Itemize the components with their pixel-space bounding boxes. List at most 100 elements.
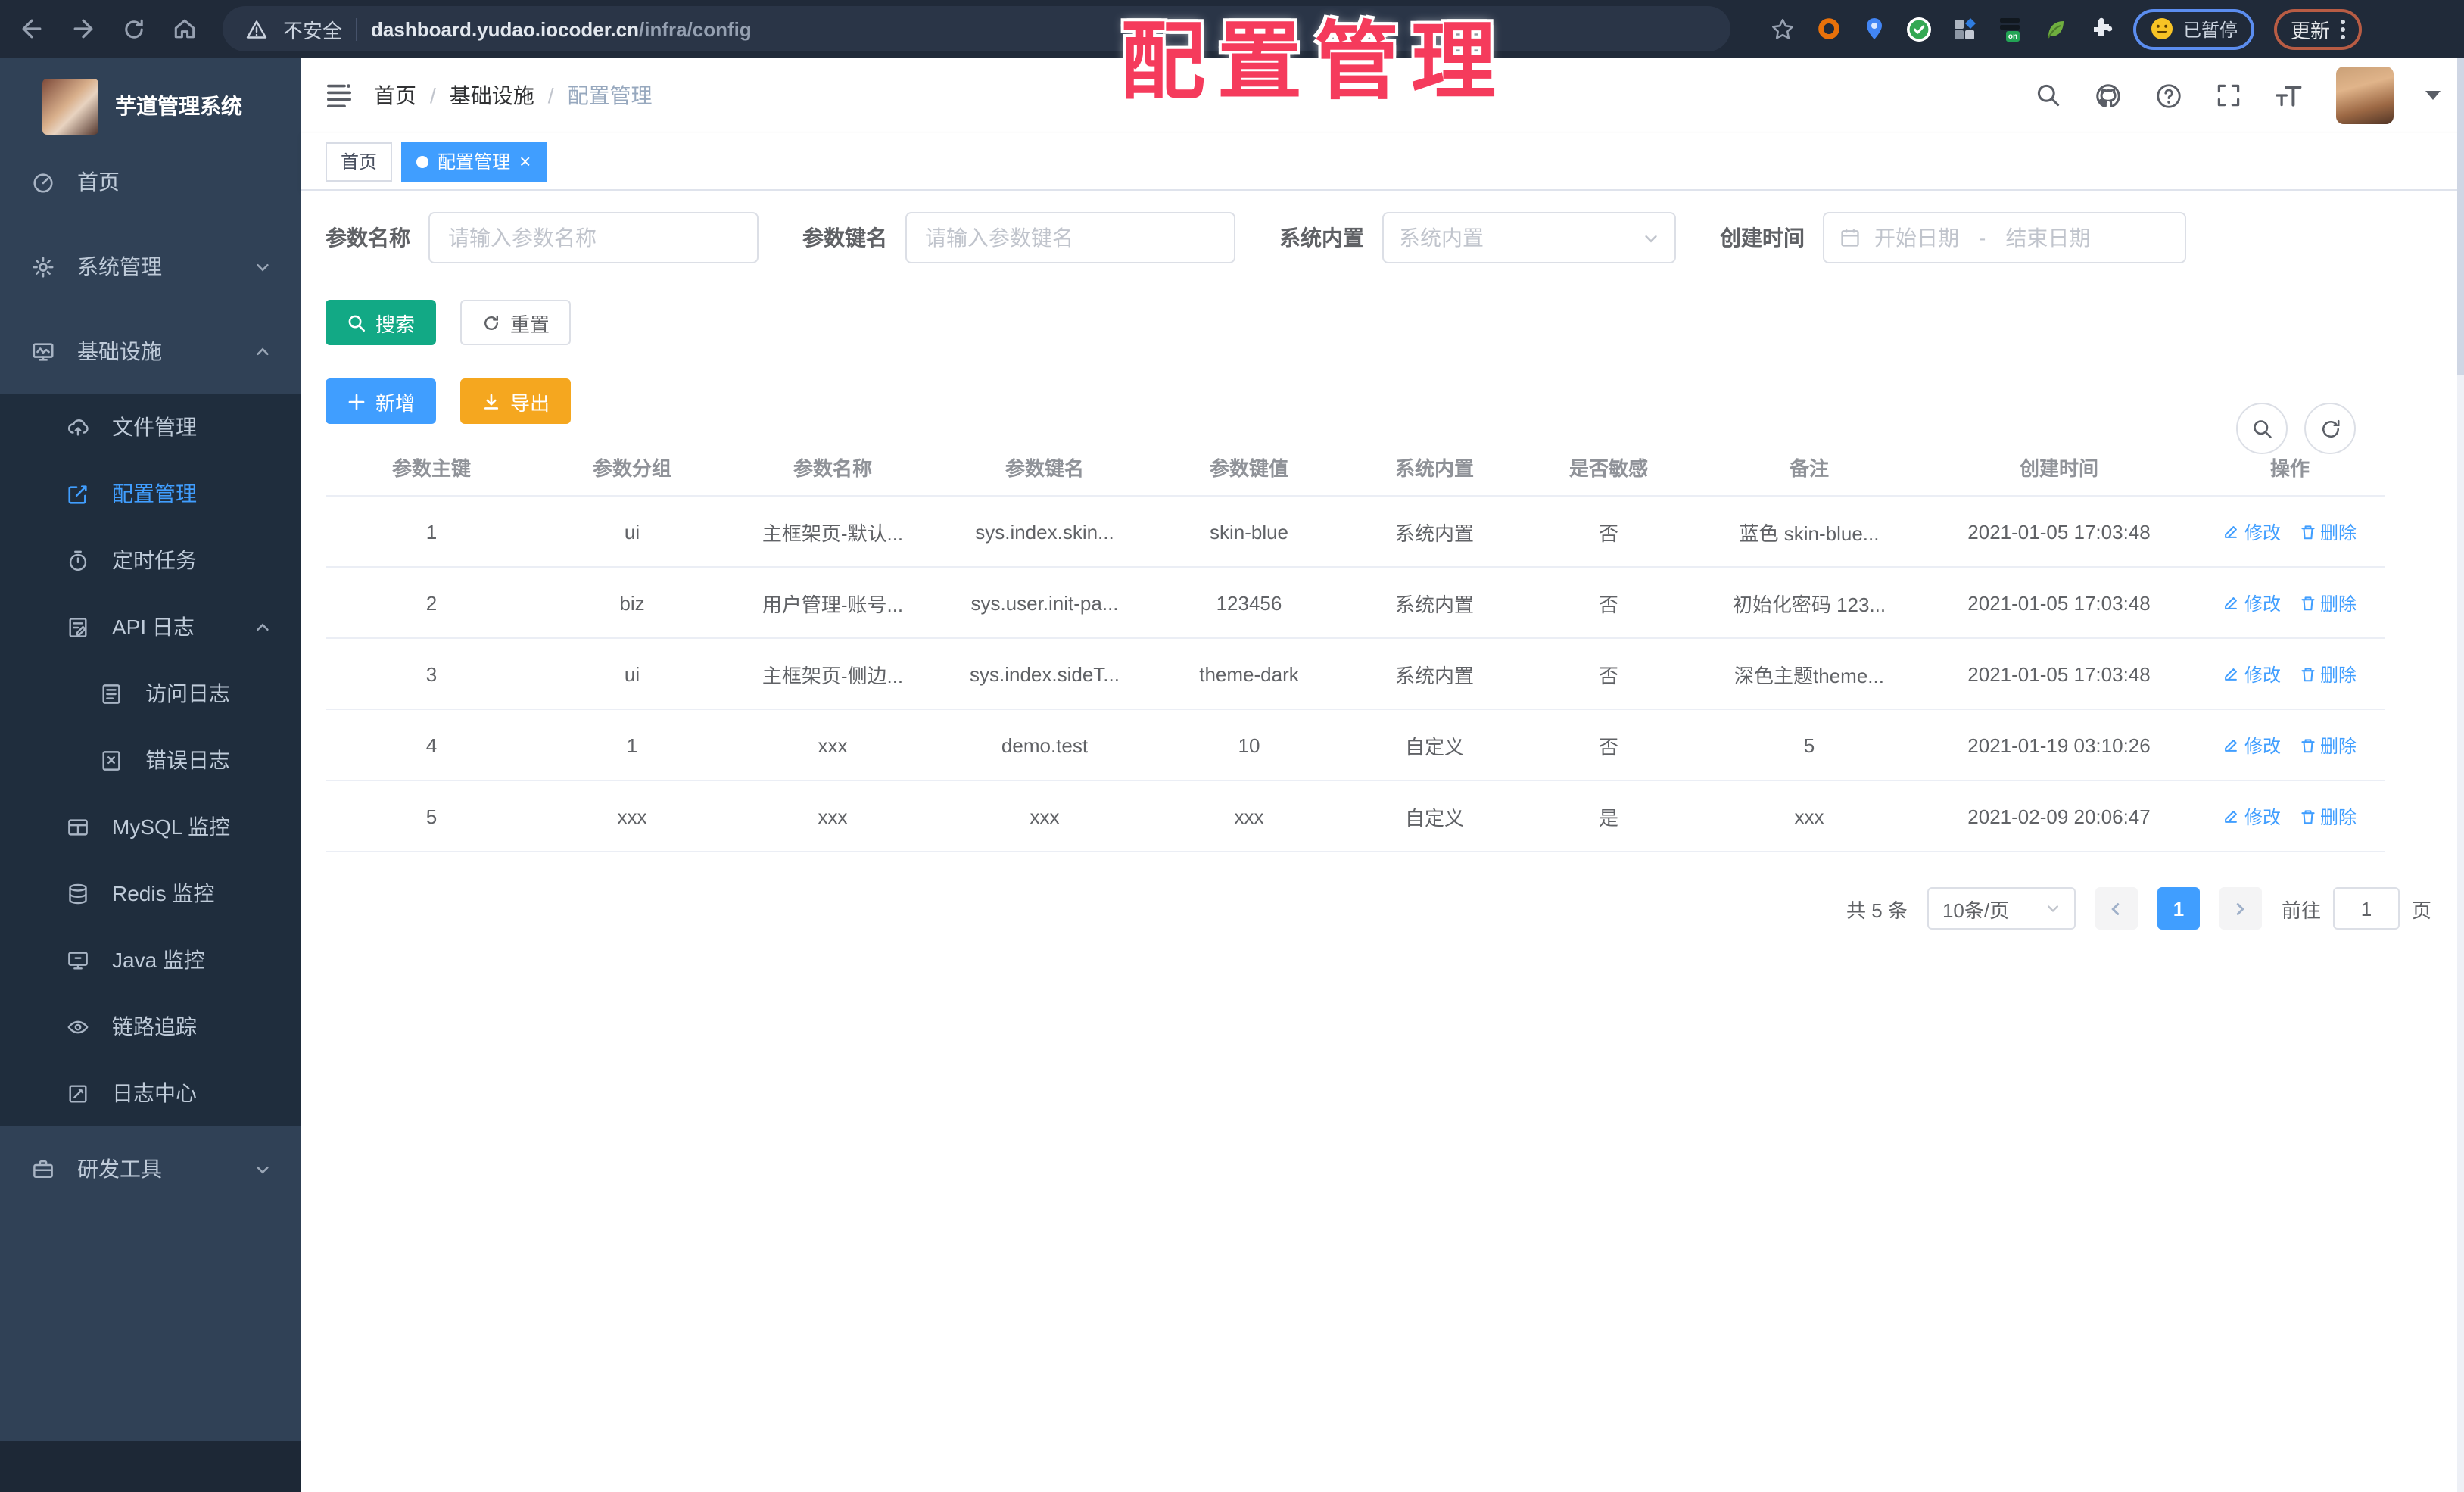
close-icon[interactable]: ×	[519, 151, 531, 171]
sidebar-item-tracing[interactable]: 链路追踪	[0, 993, 301, 1060]
filter-type-select[interactable]: 系统内置	[1382, 212, 1676, 263]
edit-link[interactable]: 修改	[2223, 590, 2281, 615]
refresh-table-button[interactable]	[2304, 403, 2356, 454]
export-button[interactable]: 导出	[460, 378, 572, 424]
sidebar-item-infra[interactable]: 基础设施	[0, 309, 301, 394]
cell-actions: 修改 删除	[2195, 732, 2385, 758]
delete-link[interactable]: 删除	[2299, 732, 2357, 758]
gear-icon	[32, 255, 55, 278]
filter-date-range[interactable]: 开始日期 - 结束日期	[1823, 212, 2186, 263]
breadcrumb-section[interactable]: 基础设施	[450, 80, 534, 111]
browser-forward-button[interactable]	[70, 15, 97, 42]
layers-database-icon	[67, 882, 89, 905]
sidebar-item-config-management[interactable]: 配置管理	[0, 460, 301, 527]
browser-back-button[interactable]	[18, 15, 45, 42]
app-logo[interactable]: 芋道管理系统	[0, 58, 301, 139]
reset-button[interactable]: 重置	[460, 300, 572, 345]
profile-paused-chip[interactable]: 已暂停	[2133, 8, 2255, 49]
pagination: 共 5 条 10条/页 1 前往 页	[326, 887, 2441, 930]
sidebar-item-label: 首页	[77, 170, 120, 194]
cell-created: 2021-01-05 17:03:48	[1967, 520, 2151, 543]
scrollbar[interactable]	[2457, 58, 2464, 1492]
chevron-down-icon	[1645, 234, 1657, 242]
edit-link[interactable]: 修改	[2223, 732, 2281, 758]
sidebar-item-mysql-monitor[interactable]: MySQL 监控	[0, 793, 301, 860]
sidebar-item-label: 日志中心	[112, 1081, 197, 1105]
sidebar-item-file-management[interactable]: 文件管理	[0, 394, 301, 460]
sidebar-item-dev-tools[interactable]: 研发工具	[0, 1126, 301, 1211]
cell-group: 1	[626, 734, 638, 756]
goto-page-input[interactable]	[2332, 887, 2400, 930]
breadcrumb-home[interactable]: 首页	[374, 80, 416, 111]
search-button[interactable]: 搜索	[326, 300, 437, 345]
extension-green-check-icon[interactable]	[1906, 16, 1932, 42]
cell-sensitive: 否	[1598, 735, 1618, 758]
next-page-button[interactable]	[2219, 887, 2262, 930]
scrollbar-thumb[interactable]	[2457, 58, 2464, 375]
add-button[interactable]: 新增	[326, 378, 437, 424]
bookmark-star-icon[interactable]	[1770, 16, 1796, 42]
security-label[interactable]: 不安全	[283, 14, 342, 43]
search-icon[interactable]	[2035, 82, 2062, 109]
page-size-select[interactable]: 10条/页	[1927, 887, 2076, 930]
browser-update-button[interactable]: 更新	[2274, 8, 2363, 49]
filter-key-input[interactable]	[905, 212, 1235, 263]
url-text[interactable]: dashboard.yudao.iocoder.cn/infra/config	[371, 17, 752, 40]
column-header: 参数名称	[793, 457, 872, 480]
pencil-icon	[2226, 668, 2238, 680]
cell-group: ui	[624, 662, 640, 685]
browser-extensions-area: on 已暂停 更新	[1770, 8, 2363, 49]
sidebar-item-log-center[interactable]: 日志中心	[0, 1060, 301, 1126]
sidebar-item-error-log[interactable]: 错误日志	[0, 727, 301, 793]
extensions-puzzle-icon[interactable]	[2088, 16, 2114, 42]
edit-link[interactable]: 修改	[2223, 519, 2281, 544]
cell-name: xxx	[818, 805, 848, 827]
sidebar-item-java-monitor[interactable]: Java 监控	[0, 927, 301, 993]
sidebar-item-api-log[interactable]: API 日志	[0, 593, 301, 660]
table-database-icon	[67, 815, 89, 838]
delete-link[interactable]: 删除	[2299, 590, 2357, 615]
table-row: 5 xxx xxx xxx xxx 自定义 是 xxx 2021-02-09 2…	[326, 781, 2385, 852]
sidebar-item-scheduled-tasks[interactable]: 定时任务	[0, 527, 301, 593]
cell-type: 自定义	[1404, 806, 1464, 829]
browser-menu-icon[interactable]	[2341, 19, 2346, 39]
chevron-left-icon	[2112, 902, 2120, 914]
filter-name-input[interactable]	[428, 212, 759, 263]
filter-name-label: 参数名称	[326, 226, 410, 250]
sidebar-item-label: 文件管理	[112, 415, 197, 439]
font-size-icon[interactable]	[2274, 82, 2304, 109]
sidebar-item-system[interactable]: 系统管理	[0, 224, 301, 309]
add-button-label: 新增	[375, 391, 416, 414]
edit-link[interactable]: 修改	[2223, 803, 2281, 829]
docs-help-icon[interactable]	[2154, 81, 2183, 110]
tab-home[interactable]: 首页	[326, 142, 393, 181]
cell-id: 4	[425, 734, 438, 756]
extension-orange-ring-icon[interactable]	[1815, 16, 1841, 42]
extension-on-badge-icon[interactable]: on	[1997, 16, 2023, 42]
extension-green-leaf-icon[interactable]	[2042, 16, 2068, 42]
delete-link[interactable]: 删除	[2299, 661, 2357, 687]
fullscreen-icon[interactable]	[2215, 82, 2242, 109]
cell-key: sys.index.skin...	[975, 520, 1114, 543]
user-avatar[interactable]	[2336, 67, 2394, 124]
extension-grid-icon[interactable]	[1952, 16, 1977, 42]
github-icon[interactable]	[2094, 81, 2123, 110]
sidebar-item-home[interactable]: 首页	[0, 139, 301, 224]
page-number-current[interactable]: 1	[2157, 887, 2200, 930]
cell-sensitive: 是	[1598, 806, 1618, 829]
cell-value: 123456	[1216, 591, 1282, 614]
column-header: 参数键值	[1209, 457, 1288, 480]
tab-config-management[interactable]: 配置管理 ×	[401, 142, 547, 181]
delete-link[interactable]: 删除	[2299, 803, 2357, 829]
sidebar-item-access-log[interactable]: 访问日志	[0, 660, 301, 727]
browser-home-button[interactable]	[171, 15, 198, 42]
browser-reload-button[interactable]	[121, 16, 147, 42]
sidebar-collapse-icon[interactable]	[326, 83, 353, 107]
avatar-caret-icon[interactable]	[2425, 91, 2441, 100]
edit-link[interactable]: 修改	[2223, 661, 2281, 687]
prev-page-button[interactable]	[2095, 887, 2138, 930]
toggle-search-button[interactable]	[2236, 403, 2288, 454]
sidebar-item-redis-monitor[interactable]: Redis 监控	[0, 860, 301, 927]
delete-link[interactable]: 删除	[2299, 519, 2357, 544]
extension-blue-pin-icon[interactable]	[1861, 16, 1886, 42]
